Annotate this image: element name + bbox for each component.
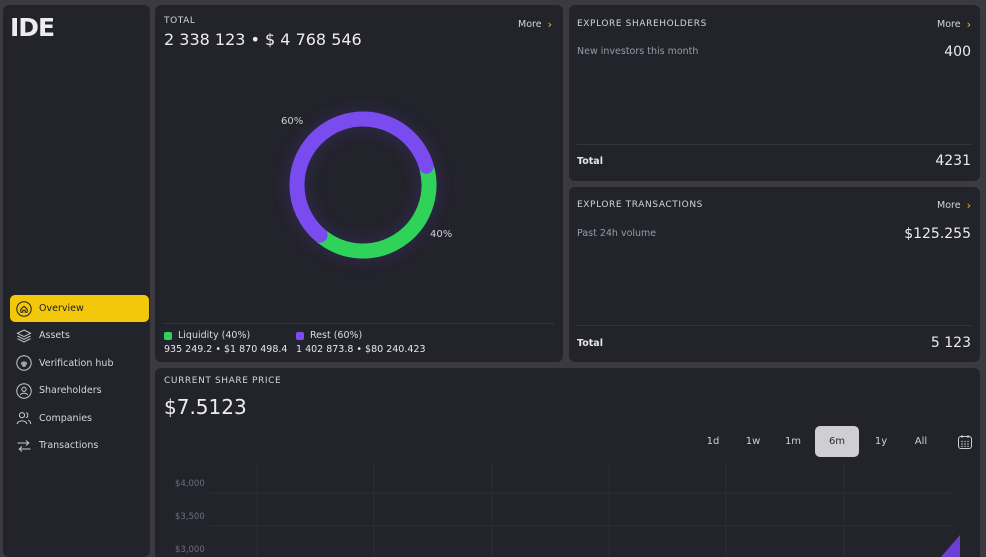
chevron-right-icon: › (966, 199, 971, 212)
donut-slice-rest (289, 111, 434, 243)
card-label: EXPLORE TRANSACTIONS (577, 200, 703, 210)
user-circle-icon (16, 383, 32, 399)
total-value: 2 338 123 • $ 4 768 546 (164, 30, 362, 49)
sidebar-item-label: Assets (39, 330, 70, 342)
y-tick-label: $3,000 (175, 545, 205, 555)
metric-label: Past 24h volume (577, 228, 657, 239)
sidebar-item-label: Transactions (39, 440, 99, 452)
users-icon (16, 410, 32, 426)
sidebar: IDE Overview Assets Verification hub Sha… (3, 5, 150, 557)
legend-liquidity: Liquidity (40%) (164, 330, 250, 341)
range-1m[interactable]: 1m (773, 426, 813, 457)
chart-grid (209, 463, 954, 557)
total-label: Total (577, 338, 603, 349)
chevron-right-icon: › (547, 18, 552, 31)
legend-detail: 1 402 873.8 • $80 240.423 (296, 344, 426, 355)
more-label: More (937, 200, 961, 211)
share-price-card: CURRENT SHARE PRICE $7.5123 1d 1w 1m 6m … (155, 368, 980, 557)
sidebar-item-transactions[interactable]: Transactions (10, 432, 149, 460)
sidebar-item-verification-hub[interactable]: Verification hub (10, 350, 149, 378)
legend-label: Rest (60%) (310, 330, 363, 341)
legend-swatch (164, 331, 172, 340)
donut-slice-liquidity (315, 162, 437, 259)
rest-percent-label: 60% (281, 116, 304, 127)
y-tick-label: $4,000 (175, 479, 205, 489)
metric-value: $125.255 (904, 226, 971, 242)
sidebar-item-label: Verification hub (39, 357, 114, 369)
layers-icon (16, 328, 32, 344)
sidebar-item-assets[interactable]: Assets (10, 322, 149, 350)
range-1y[interactable]: 1y (861, 426, 901, 457)
total-label: Total (577, 156, 603, 167)
range-6m[interactable]: 6m (815, 426, 859, 457)
transfer-arrows-icon (16, 438, 32, 454)
legend-swatch (296, 331, 304, 340)
chevron-right-icon: › (966, 18, 971, 31)
y-tick-label: $3,500 (175, 512, 205, 522)
sidebar-item-label: Companies (39, 412, 93, 424)
divider (577, 144, 972, 145)
card-label: CURRENT SHARE PRICE (164, 376, 282, 386)
metric-label: New investors this month (577, 46, 699, 57)
sidebar-item-label: Overview (39, 303, 84, 314)
card-label: TOTAL (164, 16, 196, 26)
sidebar-item-companies[interactable]: Companies (10, 405, 149, 433)
liquidity-percent-label: 40% (430, 229, 453, 240)
legend-detail: 935 249.2 • $1 870 498.4 (164, 344, 288, 355)
sidebar-item-overview[interactable]: Overview (10, 295, 149, 322)
more-link[interactable]: More › (937, 199, 971, 212)
total-card: TOTAL More › 2 338 123 • $ 4 768 546 60%… (155, 5, 563, 362)
range-1d[interactable]: 1d (693, 426, 733, 457)
app-logo: IDE (10, 13, 55, 42)
range-1w[interactable]: 1w (733, 426, 773, 457)
share-price-chart: $4,000 $3,500 $3,000 (175, 463, 960, 557)
shareholders-card: EXPLORE SHAREHOLDERS More › New investor… (569, 5, 980, 181)
price-area (941, 535, 960, 557)
sidebar-item-label: Shareholders (39, 385, 102, 397)
transactions-card: EXPLORE TRANSACTIONS More › Past 24h vol… (569, 187, 980, 362)
sidebar-item-shareholders[interactable]: Shareholders (10, 377, 149, 405)
more-label: More (518, 19, 542, 30)
divider (164, 323, 554, 324)
legend-label: Liquidity (40%) (178, 330, 251, 341)
more-label: More (937, 19, 961, 30)
metric-value: 400 (944, 44, 971, 60)
fingerprint-icon (16, 355, 32, 371)
more-link[interactable]: More › (518, 18, 552, 31)
card-label: EXPLORE SHAREHOLDERS (577, 19, 707, 29)
legend-rest: Rest (60%) (296, 330, 362, 341)
total-value: 5 123 (930, 335, 971, 351)
home-icon (16, 300, 32, 317)
range-all[interactable]: All (901, 426, 941, 457)
range-selector: 1d 1w 1m 6m 1y All (693, 426, 977, 457)
sidebar-nav: Overview Assets Verification hub Shareho… (10, 295, 149, 460)
divider (577, 325, 972, 326)
more-link[interactable]: More › (937, 18, 971, 31)
calendar-icon[interactable] (953, 430, 977, 454)
total-value: 4231 (935, 153, 971, 169)
share-price-value: $7.5123 (164, 395, 247, 419)
